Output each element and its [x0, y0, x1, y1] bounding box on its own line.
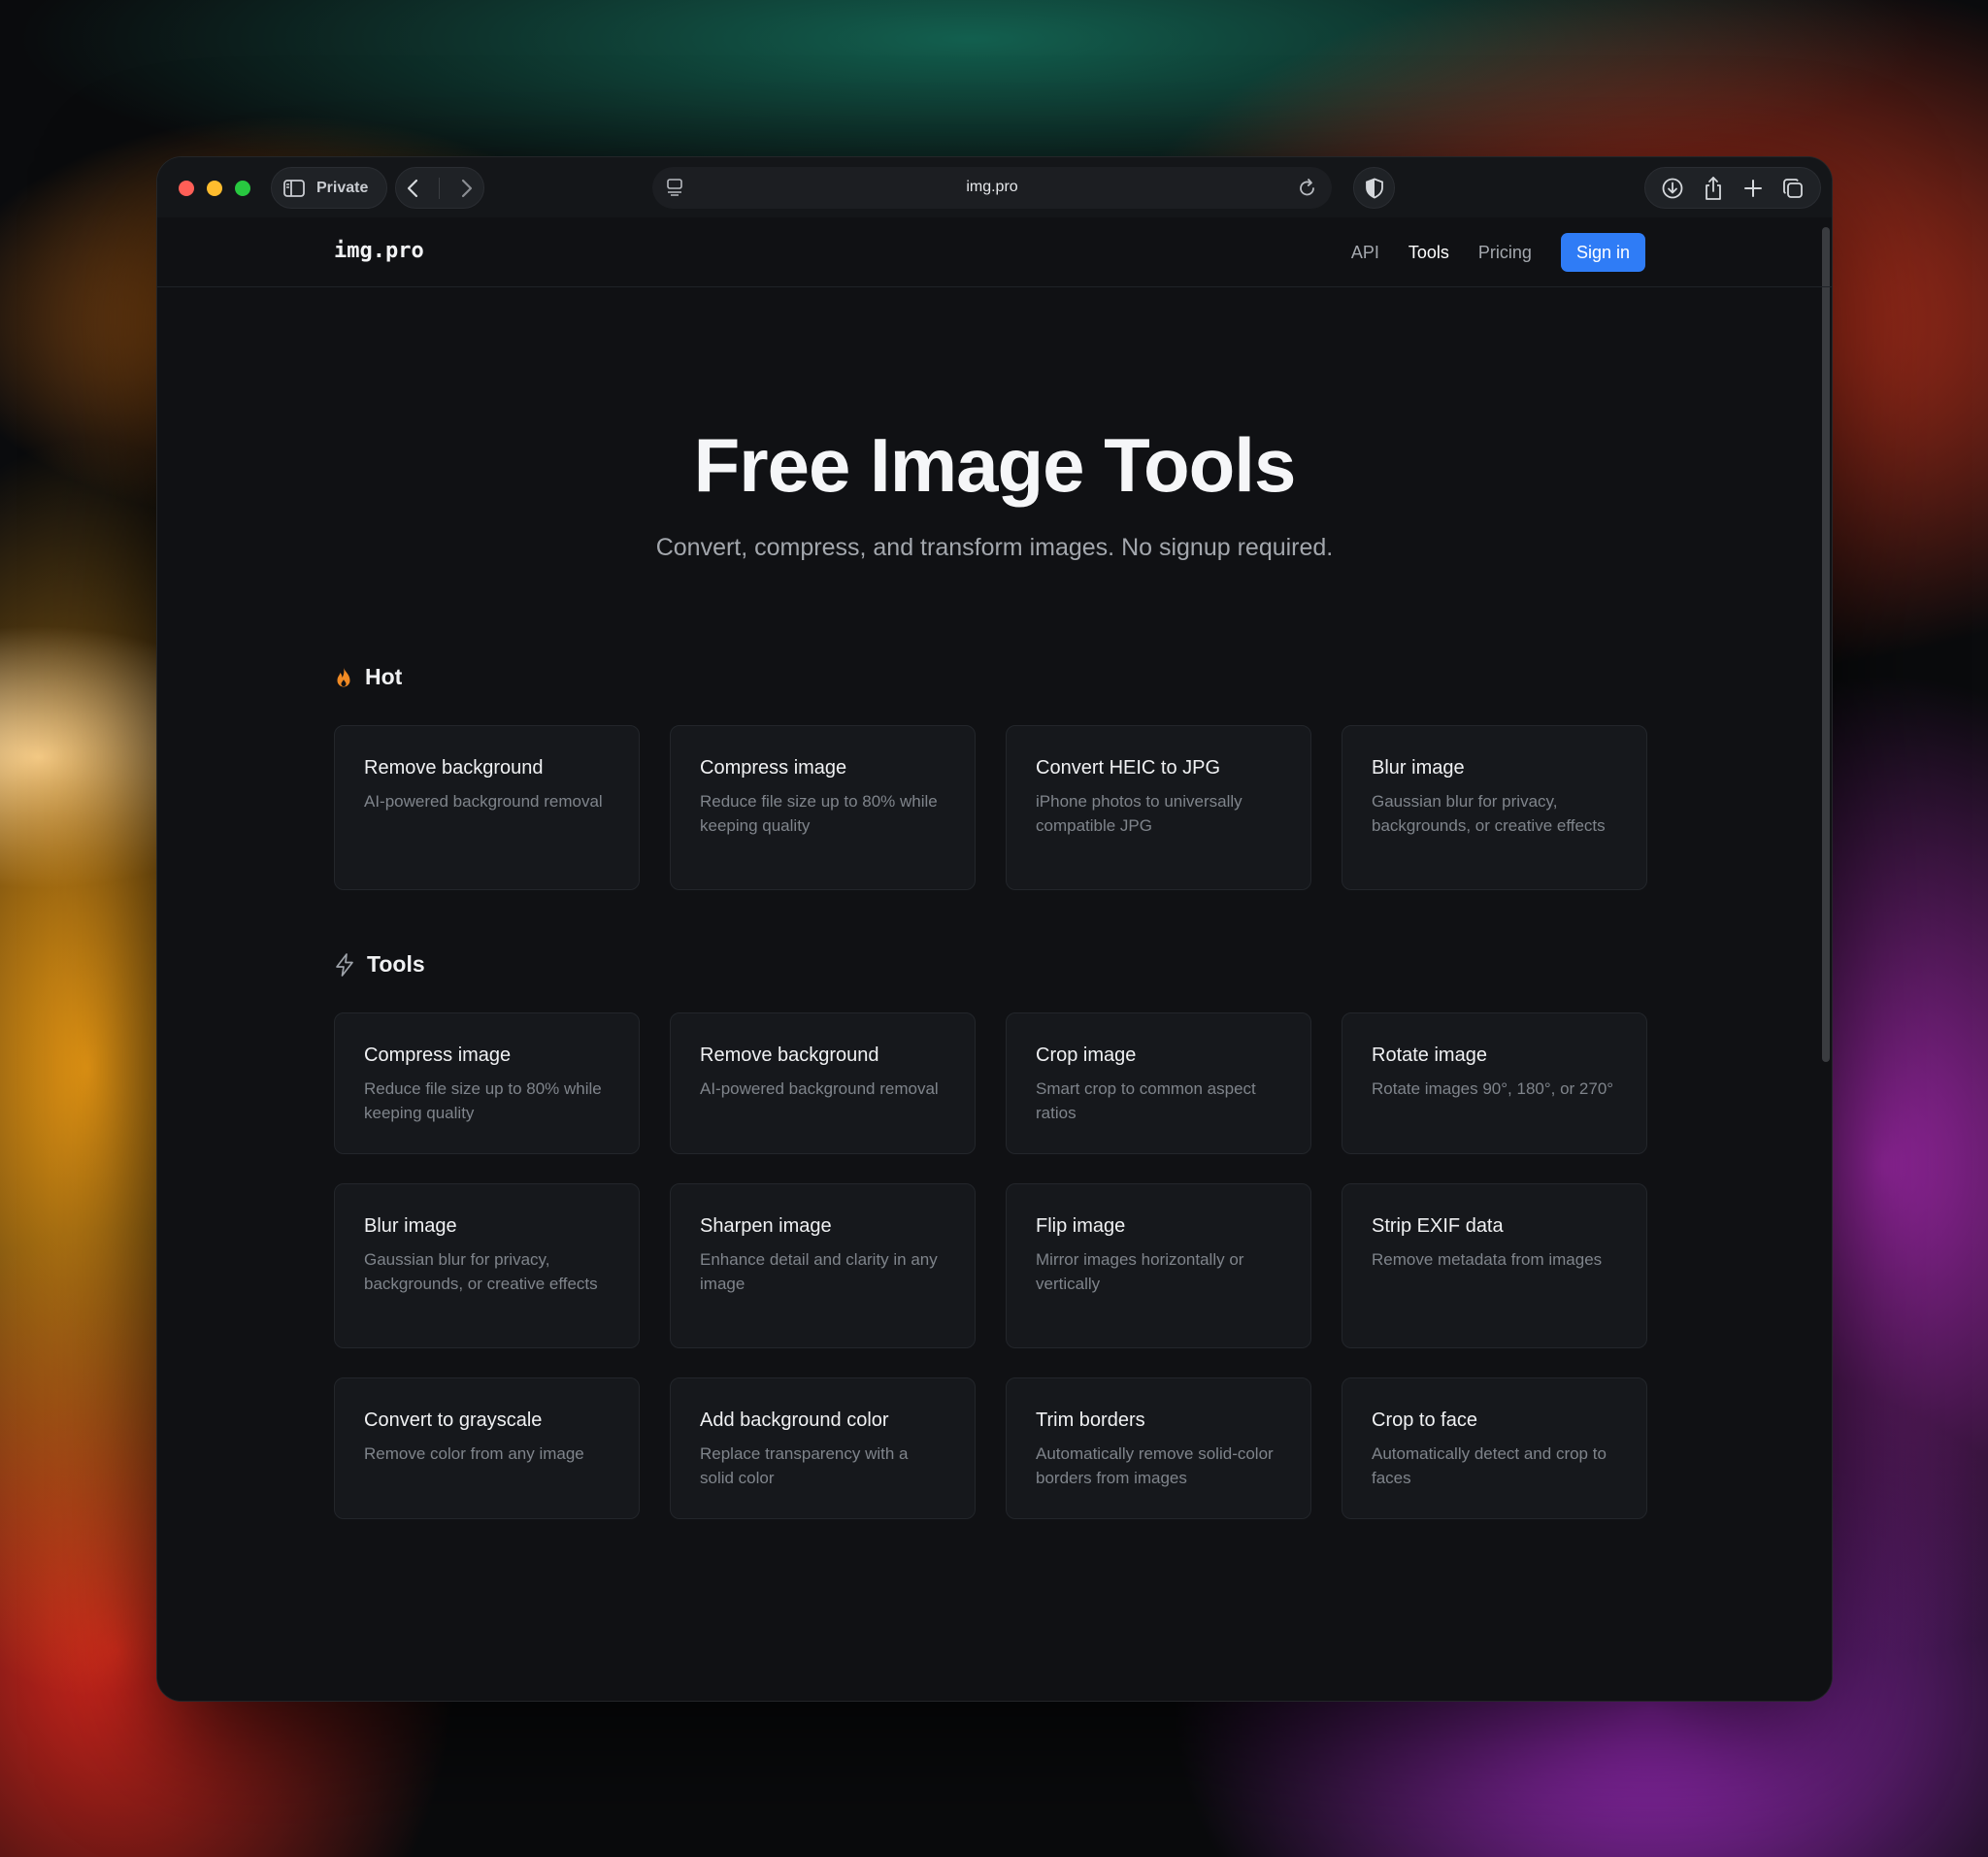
forward-button[interactable] [460, 179, 474, 198]
tool-card-description: Reduce file size up to 80% while keeping… [700, 792, 938, 835]
zoom-window-button[interactable] [235, 181, 250, 196]
tools-tool-card[interactable]: Crop to face Automatically detect and cro… [1342, 1377, 1647, 1519]
nav-link-api[interactable]: API [1351, 243, 1379, 263]
page-subtitle: Convert, compress, and transform images.… [655, 534, 1334, 561]
tool-card-title: Flip image [1036, 1215, 1126, 1237]
tool-card-title: Blur image [1372, 757, 1465, 779]
tool-card-description: Reduce file size up to 80% while keeping… [364, 1079, 602, 1122]
sidebar-icon [283, 179, 305, 197]
hot-tool-card[interactable]: Convert HEIC to JPG iPhone photos to univ… [1006, 725, 1311, 890]
tool-card-title: Convert to grayscale [364, 1409, 543, 1431]
minimize-window-button[interactable] [207, 181, 222, 196]
tool-card-description: Mirror images horizontally or vertically [1036, 1250, 1244, 1293]
sidebar-toggle-button[interactable]: Private [271, 167, 387, 209]
hot-tool-card[interactable]: Compress image Reduce file size up to 80%… [670, 725, 976, 890]
tool-card-description: Automatically remove solid-color borders… [1036, 1444, 1274, 1487]
reload-icon [1300, 179, 1314, 196]
browser-toolbar: Private img.pro [157, 157, 1832, 217]
site-nav: API Tools Pricing Sign in [1351, 233, 1645, 272]
url-text: img.pro [966, 179, 1018, 195]
tool-card-description: AI-powered background removal [700, 1079, 939, 1098]
web-page: img.pro API Tools Pricing Sign in Free I… [157, 217, 1832, 1701]
tool-card-description: AI-powered background removal [364, 792, 603, 811]
tool-card-description: Rotate images 90°, 180°, or 270° [1372, 1079, 1614, 1098]
tool-card-title: Crop image [1036, 1045, 1137, 1066]
tool-card-title: Add background color [700, 1409, 889, 1431]
tool-card-description: Enhance detail and clarity in any image [700, 1250, 938, 1293]
history-nav [395, 167, 484, 209]
site-header: img.pro API Tools Pricing Sign in [157, 217, 1832, 287]
tool-card-title: Strip EXIF data [1372, 1215, 1504, 1237]
downloads-button[interactable] [1661, 177, 1684, 200]
lightning-icon [336, 952, 353, 977]
scrollbar[interactable] [1822, 227, 1830, 1062]
hot-section-header: Hot [334, 664, 402, 690]
tool-card-description: Gaussian blur for privacy, backgrounds, … [364, 1250, 598, 1293]
reload-button[interactable] [1297, 176, 1318, 204]
tool-card-title: Trim borders [1036, 1409, 1145, 1431]
tools-tool-card[interactable]: Compress image Reduce file size up to 80%… [334, 1012, 640, 1154]
all-tools-grid: Compress image Reduce file size up to 80%… [334, 1012, 1647, 1519]
tool-card-title: Blur image [364, 1215, 457, 1237]
hot-tool-card[interactable]: Blur image Gaussian blur for privacy, bac… [1342, 725, 1647, 890]
shield-icon [1365, 178, 1383, 198]
sign-in-button[interactable]: Sign in [1560, 233, 1645, 272]
hot-tools-grid: Remove background AI-powered background r… [334, 725, 1647, 890]
tool-card-description: Replace transparency with a solid color [700, 1444, 909, 1487]
nav-link-pricing[interactable]: Pricing [1478, 243, 1532, 263]
tool-card-title: Remove background [364, 757, 544, 779]
share-button[interactable] [1703, 176, 1724, 201]
chevron-right-icon [461, 179, 472, 197]
browser-window: Private img.pro img.pro API Tools Pricin… [156, 156, 1833, 1702]
tools-tool-card[interactable]: Add background color Replace transparency… [670, 1377, 976, 1519]
hot-tool-card[interactable]: Remove background AI-powered background r… [334, 725, 640, 890]
tool-card-title: Compress image [700, 757, 847, 779]
site-logo[interactable]: img.pro [334, 239, 424, 263]
tool-card-description: Gaussian blur for privacy, backgrounds, … [1372, 792, 1606, 835]
tool-card-description: Remove metadata from images [1372, 1250, 1603, 1269]
tool-card-description: Automatically detect and crop to faces [1372, 1444, 1607, 1487]
tool-card-title: Compress image [364, 1045, 512, 1066]
tool-card-description: Remove color from any image [364, 1444, 584, 1463]
tools-tool-card[interactable]: Blur image Gaussian blur for privacy, bac… [334, 1183, 640, 1348]
tools-tool-card[interactable]: Remove background AI-powered background r… [670, 1012, 976, 1154]
tools-tool-card[interactable]: Rotate image Rotate images 90°, 180°, or … [1342, 1012, 1647, 1154]
tool-card-title: Remove background [700, 1045, 879, 1066]
tool-card-description: iPhone photos to universally compatible … [1036, 792, 1242, 835]
tool-card-title: Crop to face [1372, 1409, 1477, 1431]
tools-tool-card[interactable]: Convert to grayscale Remove color from an… [334, 1377, 640, 1519]
toolbar-actions [1644, 167, 1821, 209]
flame-icon [337, 667, 350, 686]
tools-section-header: Tools [334, 951, 425, 978]
tool-card-title: Rotate image [1372, 1045, 1487, 1066]
nav-link-tools[interactable]: Tools [1408, 243, 1449, 263]
tool-card-title: Sharpen image [700, 1215, 832, 1237]
chevron-left-icon [408, 179, 418, 197]
new-tab-button[interactable] [1743, 179, 1763, 198]
tabs-overview-icon [1783, 178, 1804, 198]
tools-tool-card[interactable]: Flip image Mirror images horizontally or … [1006, 1183, 1311, 1348]
hot-section-title: Hot [365, 664, 403, 689]
tools-tool-card[interactable]: Crop image Smart crop to common aspect ra… [1006, 1012, 1311, 1154]
divider [439, 177, 441, 199]
tab-overview-button[interactable] [1781, 177, 1805, 200]
tools-tool-card[interactable]: Trim borders Automatically remove solid-c… [1006, 1377, 1311, 1519]
tools-section-title: Tools [367, 951, 425, 977]
tool-card-description: Smart crop to common aspect ratios [1036, 1079, 1256, 1122]
private-label: Private [316, 179, 369, 196]
plus-icon [1743, 179, 1762, 197]
address-bar[interactable]: img.pro [652, 167, 1332, 209]
privacy-report-button[interactable] [1353, 167, 1395, 209]
close-window-button[interactable] [179, 181, 194, 196]
download-icon [1662, 178, 1683, 198]
tool-card-title: Convert HEIC to JPG [1036, 757, 1221, 779]
tools-tool-card[interactable]: Sharpen image Enhance detail and clarity … [670, 1183, 976, 1348]
tools-tool-card[interactable]: Strip EXIF data Remove metadata from imag… [1342, 1183, 1647, 1348]
share-icon [1706, 176, 1722, 200]
page-title: Free Image Tools [693, 422, 1297, 508]
back-button[interactable] [406, 179, 419, 198]
